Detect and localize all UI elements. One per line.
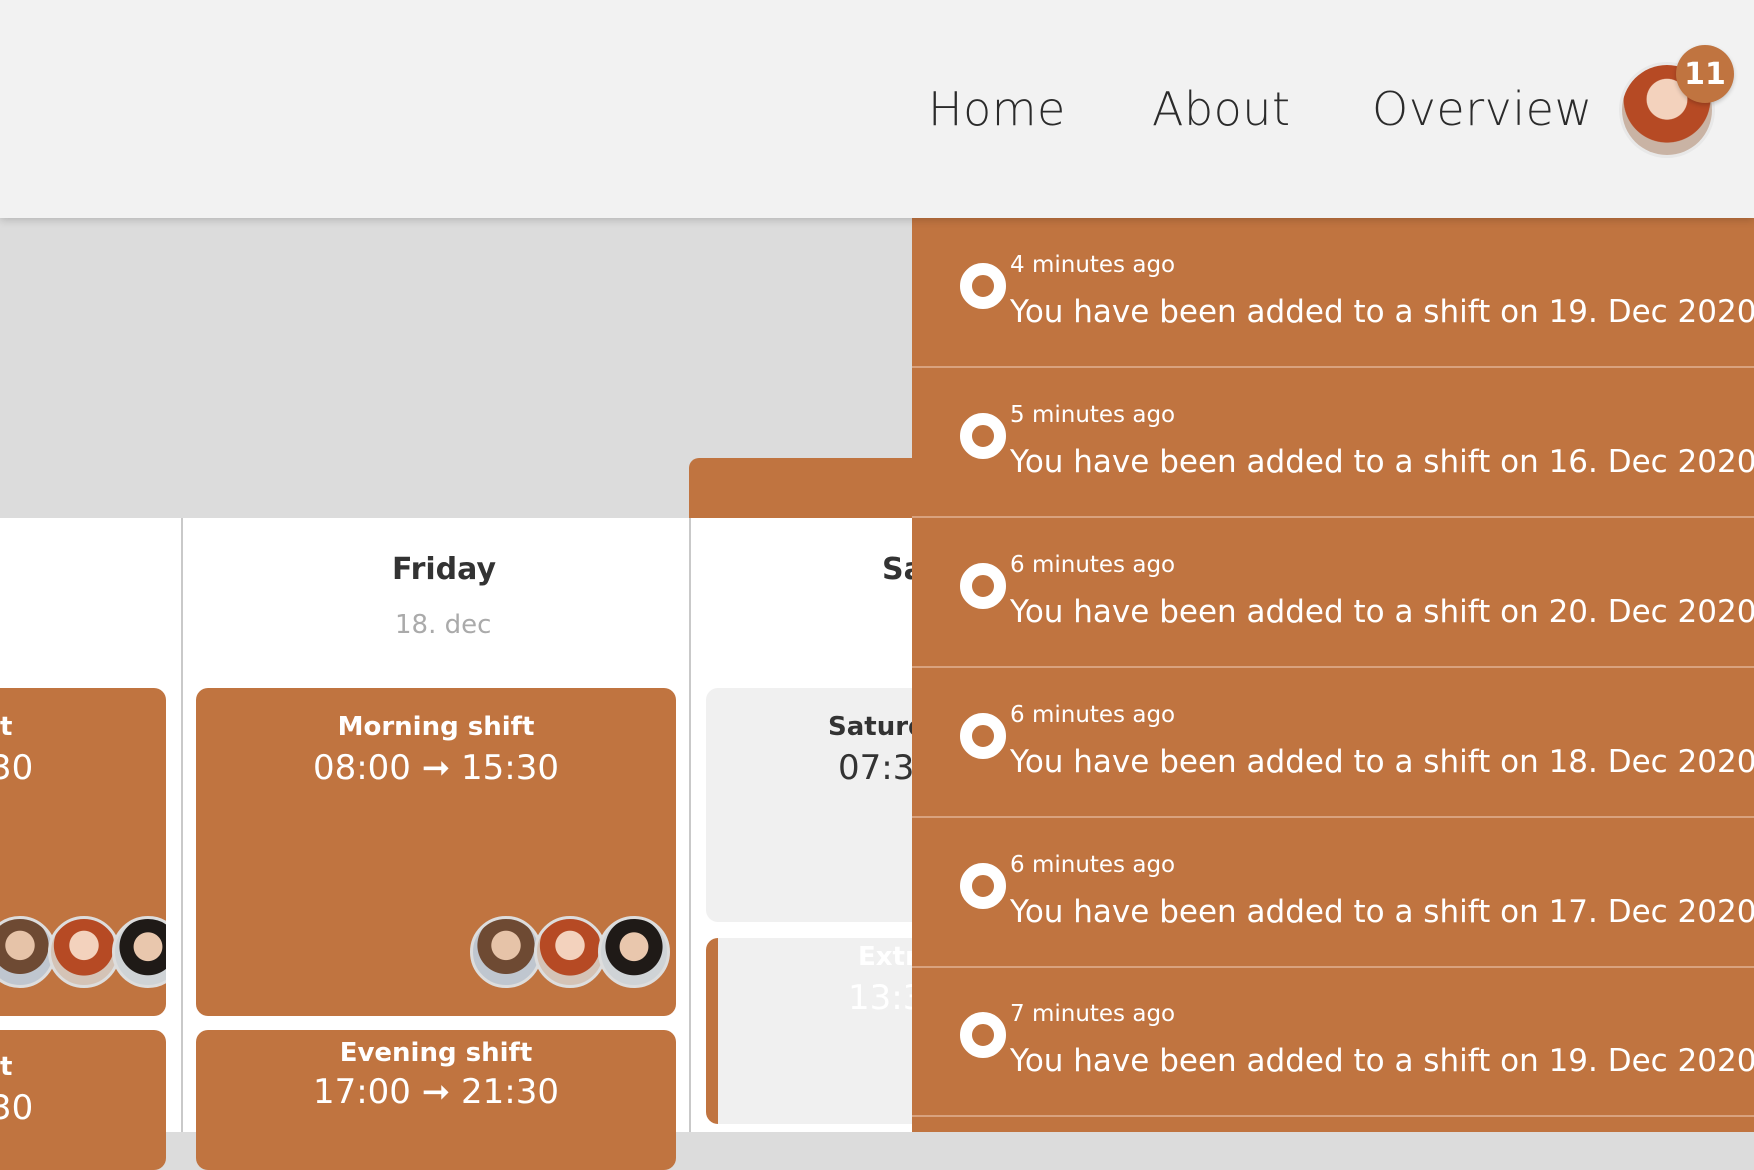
notification-time: 6 minutes ago bbox=[1010, 852, 1176, 878]
shift-time: 30 bbox=[0, 748, 34, 788]
avatar bbox=[534, 916, 606, 988]
notification-message: You have been added to a shift on 18. De… bbox=[1010, 744, 1754, 780]
shift-title: t bbox=[0, 1052, 13, 1082]
shift-title: Evening shift bbox=[339, 1038, 533, 1068]
shift-card-friday-evening[interactable]: Evening shift 17:00 ➞ 21:30 bbox=[196, 1030, 676, 1170]
shift-card-thursday-morning[interactable]: t 30 bbox=[0, 688, 166, 1016]
shift-title: t bbox=[0, 712, 13, 742]
assigned-avatars bbox=[470, 916, 670, 988]
nav-home-link[interactable]: Home bbox=[928, 82, 1066, 136]
unread-dot-icon bbox=[960, 713, 1006, 759]
notification-time: 6 minutes ago bbox=[1010, 552, 1176, 578]
notification-item[interactable]: 6 minutes ago You have been added to a s… bbox=[912, 518, 1754, 668]
notification-item[interactable]: 4 minutes ago You have been added to a s… bbox=[912, 218, 1754, 368]
unread-dot-icon bbox=[960, 1012, 1006, 1058]
top-header: Home About Overview bbox=[0, 0, 1754, 218]
shift-time: 17:00 ➞ 21:30 bbox=[312, 1072, 560, 1112]
notification-time: 4 minutes ago bbox=[1010, 252, 1176, 278]
notification-message: You have been added to a shift on 20. De… bbox=[1010, 594, 1754, 630]
notification-time: 6 minutes ago bbox=[1010, 702, 1176, 728]
unread-dot-icon bbox=[960, 863, 1006, 909]
notification-item[interactable]: 5 minutes ago You have been added to a s… bbox=[912, 368, 1754, 518]
notification-count-badge[interactable]: 11 bbox=[1676, 45, 1734, 103]
notification-message: You have been added to a shift on 19. De… bbox=[1010, 1043, 1754, 1079]
shift-time: 30 bbox=[0, 1088, 34, 1128]
notification-message: You have been added to a shift on 17. De… bbox=[1010, 894, 1754, 930]
day-date-friday: 18. dec bbox=[395, 610, 492, 640]
notification-time: 7 minutes ago bbox=[1010, 1001, 1176, 1027]
avatar bbox=[112, 916, 166, 988]
notifications-panel: 4 minutes ago You have been added to a s… bbox=[912, 218, 1754, 1132]
notification-item[interactable]: 7 minutes ago You have been added to a s… bbox=[912, 967, 1754, 1117]
unread-dot-icon bbox=[960, 563, 1006, 609]
notification-message: You have been added to a shift on 16. De… bbox=[1010, 444, 1754, 480]
unread-dot-icon bbox=[960, 413, 1006, 459]
shift-title: Morning shift bbox=[337, 712, 535, 742]
unread-dot-icon bbox=[960, 263, 1006, 309]
avatar bbox=[48, 916, 120, 988]
avatar bbox=[598, 916, 670, 988]
notification-message: You have been added to a shift on 19. De… bbox=[1010, 294, 1754, 330]
day-name-friday: Friday bbox=[392, 552, 497, 587]
nav-overview-link[interactable]: Overview bbox=[1372, 82, 1593, 136]
column-divider bbox=[689, 518, 691, 1132]
shift-card-thursday-evening[interactable]: t 30 bbox=[0, 1030, 166, 1170]
notification-item[interactable]: 6 minutes ago You have been added to a s… bbox=[912, 818, 1754, 968]
day-header-row: Friday 18. dec Sa bbox=[0, 518, 1000, 674]
column-divider bbox=[181, 518, 183, 1132]
avatar bbox=[470, 916, 542, 988]
assigned-avatars bbox=[0, 916, 166, 988]
shift-time: 08:00 ➞ 15:30 bbox=[312, 748, 560, 788]
shift-card-friday-morning[interactable]: Morning shift 08:00 ➞ 15:30 bbox=[196, 688, 676, 1016]
notification-time: 5 minutes ago bbox=[1010, 402, 1176, 428]
notification-item[interactable]: 6 minutes ago You have been added to a s… bbox=[912, 668, 1754, 818]
nav-about-link[interactable]: About bbox=[1152, 82, 1291, 136]
